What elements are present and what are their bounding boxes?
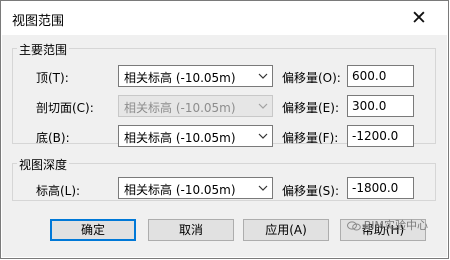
dialog-title: 视图范围 bbox=[12, 14, 65, 29]
depth-level-label: 标高(L): bbox=[36, 184, 81, 198]
depth-level-select[interactable]: 相关标高 (-10.05m) bbox=[118, 177, 273, 199]
top-offset-label: 偏移量(O): bbox=[282, 71, 341, 85]
title-bar: 视图范围 ✕ bbox=[1, 1, 448, 35]
close-icon[interactable]: ✕ bbox=[408, 7, 430, 29]
view-range-dialog: 视图范围 ✕ 主要范围 顶(T): 相关标高 (-10.05m) 偏移量(O):… bbox=[0, 0, 449, 259]
bottom-label: 底(B): bbox=[36, 131, 70, 145]
chevron-down-icon bbox=[258, 185, 268, 191]
top-offset-field[interactable]: 600.0 bbox=[347, 65, 414, 87]
depth-offset-field[interactable]: -1800.0 bbox=[347, 177, 414, 199]
bottom-level-select[interactable]: 相关标高 (-10.05m) bbox=[118, 125, 273, 147]
cut-plane-offset-field[interactable]: 300.0 bbox=[347, 95, 414, 117]
bottom-offset-field[interactable]: -1200.0 bbox=[347, 125, 414, 147]
bottom-level-value: 相关标高 (-10.05m) bbox=[124, 131, 236, 145]
watermark: BIM实验中心 bbox=[346, 217, 428, 233]
cancel-button[interactable]: 取消 bbox=[148, 219, 234, 241]
chevron-down-icon bbox=[258, 73, 268, 79]
cut-plane-level-select[interactable]: 相关标高 (-10.05m) bbox=[118, 95, 273, 117]
wechat-icon bbox=[346, 221, 361, 231]
ok-button[interactable]: 确定 bbox=[50, 219, 136, 241]
top-level-select[interactable]: 相关标高 (-10.05m) bbox=[118, 65, 273, 87]
chevron-down-icon bbox=[258, 133, 268, 139]
depth-level-value: 相关标高 (-10.05m) bbox=[124, 183, 236, 197]
depth-offset-label: 偏移量(S): bbox=[282, 184, 340, 198]
top-label: 顶(T): bbox=[36, 71, 69, 85]
top-level-value: 相关标高 (-10.05m) bbox=[124, 71, 236, 85]
cut-plane-offset-label: 偏移量(E): bbox=[282, 101, 339, 115]
chevron-down-icon bbox=[258, 103, 268, 109]
apply-button[interactable]: 应用(A) bbox=[243, 219, 329, 241]
view-depth-label: 视图深度 bbox=[17, 156, 70, 173]
main-range-label: 主要范围 bbox=[17, 41, 70, 58]
watermark-text: BIM实验中心 bbox=[363, 219, 428, 232]
bottom-offset-label: 偏移量(F): bbox=[282, 131, 339, 145]
cut-plane-label: 剖切面(C): bbox=[36, 101, 94, 115]
cut-plane-level-value: 相关标高 (-10.05m) bbox=[124, 101, 236, 115]
